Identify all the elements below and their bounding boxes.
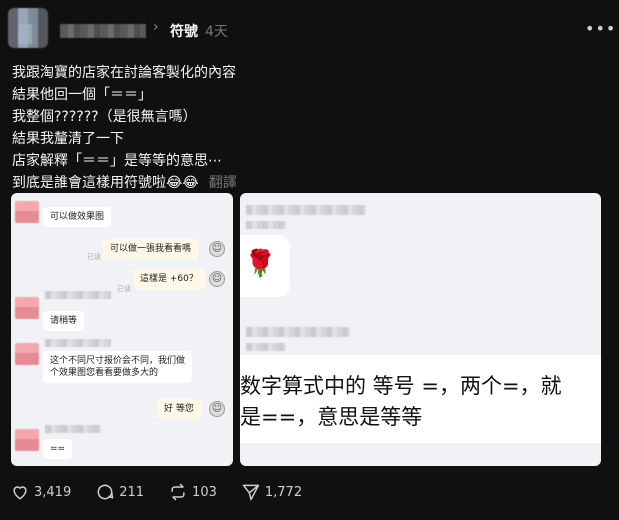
- chat-avatar-blurred: [15, 429, 39, 451]
- chat-message: 好 等您: [157, 399, 201, 419]
- translate-link[interactable]: 翻譯: [209, 175, 237, 191]
- read-receipt: 已读: [117, 285, 131, 293]
- user-avatar-icon: ☺: [209, 271, 225, 287]
- share-count: 1,772: [264, 484, 303, 500]
- chat-avatar-blurred: [15, 343, 39, 365]
- more-options-icon[interactable]: •••: [585, 19, 616, 38]
- repost-count: 103: [192, 484, 217, 500]
- like-count: 3,419: [34, 484, 72, 500]
- blurred-name: [45, 425, 101, 433]
- chat-message: ==: [43, 439, 73, 459]
- like-button[interactable]: 3,419: [10, 482, 71, 502]
- post-time: 4天: [205, 24, 228, 40]
- chat-message: 请稍等: [43, 311, 85, 331]
- read-receipt: 已读: [87, 253, 101, 261]
- avatar[interactable]: [8, 8, 48, 48]
- action-bar: 3,419 211 103 1,772: [10, 481, 326, 503]
- chat-message: 可以做效果图: [43, 207, 112, 227]
- chat-screenshot-image[interactable]: 可以做效果图 已读 可以做一張我看看嗎 ☺ 已读 這樣是 +60？ ☺ 请稍等 …: [11, 193, 233, 466]
- chat-message-multiline: 这个不同尺寸报价会不同，我们做 个效果图您看看要做多大的: [43, 351, 193, 383]
- explanation-screenshot-image[interactable]: 🌹 数字算式中的 等号 =，两个=，就 是==，意思是等等: [240, 193, 601, 466]
- chat-message-line: 个效果图您看看要做多大的: [50, 368, 159, 378]
- post-line: 我整個??????（是很無言嗎）: [12, 109, 197, 125]
- post-header: › 符號 4天 •••: [0, 0, 619, 58]
- post-line: 結果他回一個「＝＝」: [12, 87, 152, 103]
- chat-avatar-blurred: [15, 297, 39, 319]
- topic-tag[interactable]: 符號: [170, 21, 198, 41]
- chat-message: 這樣是 +60？: [133, 269, 205, 289]
- blurred-name: [45, 339, 111, 347]
- comment-count: 211: [119, 484, 145, 500]
- blurred-name: [246, 205, 366, 215]
- sticker-card: 🌹: [240, 235, 290, 297]
- explanation-text: 数字算式中的 等号 =，两个=，就 是==，意思是等等: [240, 371, 601, 433]
- blurred-name: [246, 327, 350, 337]
- post-line: 結果我釐清了一下: [12, 131, 124, 147]
- rose-icon: 🌹: [244, 249, 277, 279]
- blurred-name: [45, 291, 111, 299]
- repost-icon: [171, 483, 185, 501]
- repost-button[interactable]: 103: [168, 482, 217, 502]
- share-button[interactable]: 1,772: [241, 482, 302, 502]
- heart-icon: [13, 486, 27, 500]
- blurred-name: [246, 343, 286, 351]
- post-line: 到底是誰會這樣用符號啦😂😂: [12, 175, 199, 191]
- post-text: 我跟淘寶的店家在討論客製化的內容 結果他回一個「＝＝」 我整個??????（是很…: [12, 62, 602, 194]
- post-line: 店家解釋「＝＝」是等等的意思⋯: [12, 153, 222, 169]
- chat-message-line: 这个不同尺寸报价会不同，我们做: [50, 356, 186, 366]
- chevron-right-icon: ›: [153, 19, 159, 35]
- explanation-line: 数字算式中的 等号 =，两个=，就: [240, 374, 562, 398]
- username-blurred[interactable]: [60, 24, 146, 38]
- post-line: 我跟淘寶的店家在討論客製化的內容: [12, 65, 236, 81]
- user-avatar-icon: ☺: [209, 401, 225, 417]
- send-icon: [242, 484, 260, 501]
- comment-icon: [97, 484, 114, 500]
- user-avatar-icon: ☺: [209, 241, 225, 257]
- post-line-last: 到底是誰會這樣用符號啦😂😂 翻譯: [12, 172, 602, 194]
- explanation-line: 是==，意思是等等: [240, 405, 423, 429]
- chat-avatar-blurred: [15, 201, 39, 223]
- chat-message: 可以做一張我看看嗎: [103, 239, 199, 259]
- comment-button[interactable]: 211: [95, 482, 144, 502]
- blurred-name: [246, 221, 286, 229]
